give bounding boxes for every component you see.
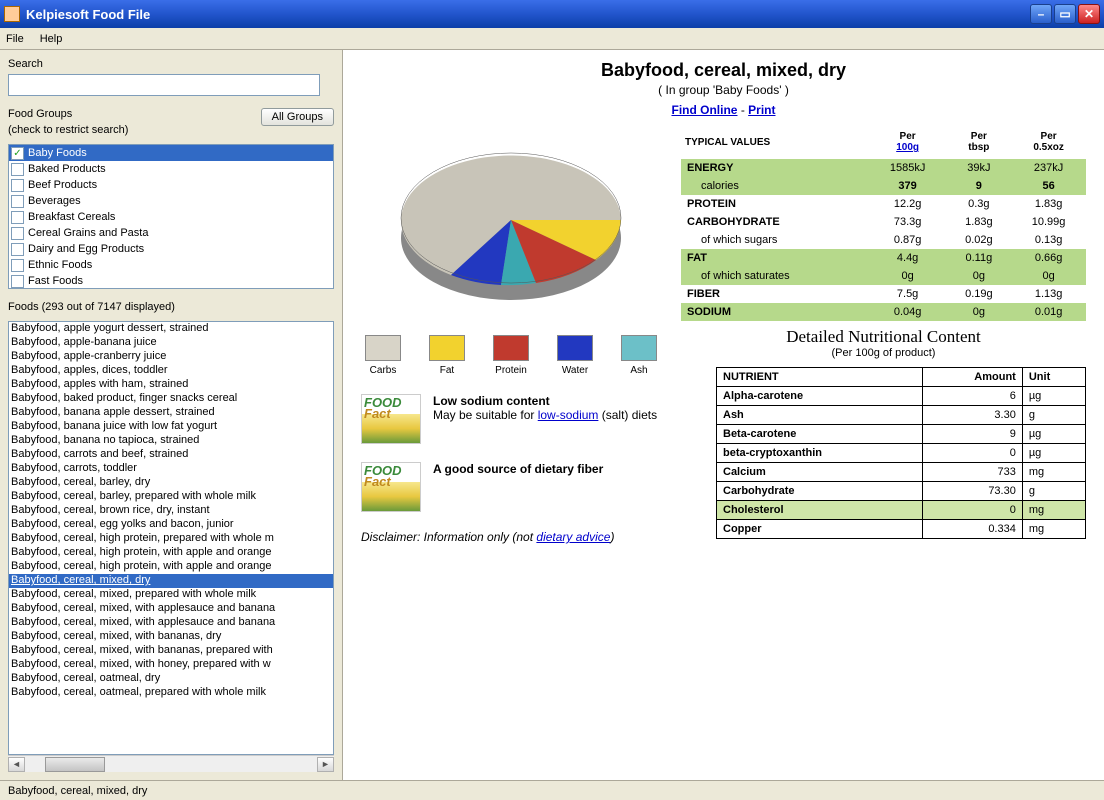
fact1-body: May be suitable for low-sodium (salt) di… [433, 408, 657, 422]
group-item[interactable]: Ethnic Foods [9, 257, 333, 273]
food-item[interactable]: Babyfood, cereal, barley, dry [9, 476, 333, 490]
nutrient-row: Carbohydrate73.30g [717, 482, 1086, 501]
foods-hscroll[interactable]: ◄ ► [8, 755, 334, 772]
close-button[interactable]: ✕ [1078, 4, 1100, 24]
food-item[interactable]: Babyfood, cereal, high protein, with app… [9, 546, 333, 560]
food-item[interactable]: Babyfood, cereal, oatmeal, dry [9, 672, 333, 686]
detailed-nutrient-table: NUTRIENTAmountUnit Alpha-carotene6µgAsh3… [716, 367, 1086, 539]
food-item[interactable]: Babyfood, cereal, high protein, with app… [9, 560, 333, 574]
food-item[interactable]: Babyfood, banana no tapioca, strained [9, 434, 333, 448]
food-item[interactable]: Babyfood, apple-banana juice [9, 336, 333, 350]
group-checkbox[interactable] [11, 243, 24, 256]
food-item[interactable]: Babyfood, baked product, finger snacks c… [9, 392, 333, 406]
group-checkbox[interactable] [11, 179, 24, 192]
food-item[interactable]: Babyfood, cereal, oatmeal, prepared with… [9, 686, 333, 700]
group-item[interactable]: Beverages [9, 193, 333, 209]
food-item[interactable]: Babyfood, banana juice with low fat yogu… [9, 420, 333, 434]
menu-file[interactable]: File [6, 33, 24, 45]
food-item[interactable]: Babyfood, apples, dices, toddler [9, 364, 333, 378]
menubar: File Help [0, 28, 1104, 50]
food-fact-icon: FOODFact [361, 462, 421, 512]
scroll-right-icon[interactable]: ► [317, 757, 334, 772]
dnc-sub: (Per 100g of product) [681, 347, 1086, 359]
maximize-button[interactable]: ▭ [1054, 4, 1076, 24]
nutrient-row: Ash3.30g [717, 406, 1086, 425]
group-item[interactable]: ✓Baby Foods [9, 145, 333, 161]
minimize-button[interactable]: – [1030, 4, 1052, 24]
food-item[interactable]: Babyfood, cereal, mixed, with applesauce… [9, 602, 333, 616]
group-checkbox[interactable] [11, 211, 24, 224]
group-checkbox[interactable] [11, 195, 24, 208]
food-item[interactable]: Babyfood, cereal, mixed, with bananas, d… [9, 630, 333, 644]
food-fact-icon: FOODFact [361, 394, 421, 444]
group-item[interactable]: Fast Foods [9, 273, 333, 289]
group-item[interactable]: Dairy and Egg Products [9, 241, 333, 257]
fact2-head: A good source of dietary fiber [433, 462, 603, 476]
food-group: ( In group 'Baby Foods' ) [361, 83, 1086, 97]
statusbar: Babyfood, cereal, mixed, dry [0, 780, 1104, 800]
status-text: Babyfood, cereal, mixed, dry [8, 785, 147, 797]
food-groups-list[interactable]: ✓Baby FoodsBaked ProductsBeef ProductsBe… [8, 144, 334, 289]
group-checkbox[interactable]: ✓ [11, 147, 24, 160]
titlebar: Kelpiesoft Food File – ▭ ✕ [0, 0, 1104, 28]
disclaimer: Disclaimer: Information only (not dietar… [361, 530, 661, 544]
food-item[interactable]: Babyfood, cereal, mixed, with bananas, p… [9, 644, 333, 658]
food-item[interactable]: Babyfood, apple-cranberry juice [9, 350, 333, 364]
find-online-link[interactable]: Find Online [671, 103, 737, 117]
scroll-left-icon[interactable]: ◄ [8, 757, 25, 772]
food-item[interactable]: Babyfood, cereal, mixed, dry [9, 574, 333, 588]
food-item[interactable]: Babyfood, cereal, barley, prepared with … [9, 490, 333, 504]
all-groups-button[interactable]: All Groups [261, 108, 334, 126]
nutrient-row: Copper0.334mg [717, 520, 1086, 539]
dietary-advice-link[interactable]: dietary advice [536, 530, 610, 544]
scroll-thumb[interactable] [45, 757, 105, 772]
print-link[interactable]: Print [748, 103, 775, 117]
nutrient-row: beta-cryptoxanthin0µg [717, 444, 1086, 463]
left-panel: Search Food Groups (check to restrict se… [0, 50, 342, 780]
food-item[interactable]: Babyfood, cereal, egg yolks and bacon, j… [9, 518, 333, 532]
groups-hint: (check to restrict search) [8, 124, 128, 136]
group-checkbox[interactable] [11, 275, 24, 288]
group-item[interactable]: Baked Products [9, 161, 333, 177]
window-title: Kelpiesoft Food File [26, 7, 150, 22]
dnc-heading: Detailed Nutritional Content [681, 327, 1086, 347]
foods-count-label: Foods (293 out of 7147 displayed) [8, 301, 334, 313]
nutrient-row: Alpha-carotene6µg [717, 387, 1086, 406]
groups-label: Food Groups [8, 108, 128, 120]
fact1-head: Low sodium content [433, 394, 657, 408]
nutrient-row: Beta-carotene9µg [717, 425, 1086, 444]
food-item[interactable]: Babyfood, cereal, mixed, with honey, pre… [9, 658, 333, 672]
food-item[interactable]: Babyfood, apple yogurt dessert, strained [9, 322, 333, 336]
food-item[interactable]: Babyfood, banana apple dessert, strained [9, 406, 333, 420]
app-icon [4, 6, 20, 22]
nutrient-row: Calcium733mg [717, 463, 1086, 482]
group-checkbox[interactable] [11, 227, 24, 240]
group-item[interactable]: Cereal Grains and Pasta [9, 225, 333, 241]
chart-legend: Carbs Fat Protein Water Ash [361, 335, 661, 376]
food-item[interactable]: Babyfood, cereal, mixed, with applesauce… [9, 616, 333, 630]
foods-list[interactable]: Babyfood, apple yogurt dessert, strained… [8, 321, 334, 755]
food-item[interactable]: Babyfood, carrots and beef, strained [9, 448, 333, 462]
food-title: Babyfood, cereal, mixed, dry [361, 60, 1086, 81]
per-100g-link[interactable]: 100g [896, 142, 919, 153]
search-label: Search [8, 58, 334, 70]
food-item[interactable]: Babyfood, cereal, high protein, prepared… [9, 532, 333, 546]
typical-values-table: TYPICAL VALUES Per100g Pertbsp Per0.5xoz… [681, 125, 1086, 321]
composition-pie-chart [376, 125, 646, 325]
group-item[interactable]: Beef Products [9, 177, 333, 193]
detail-panel: Babyfood, cereal, mixed, dry ( In group … [342, 50, 1104, 780]
nutrient-row: Cholesterol0mg [717, 501, 1086, 520]
food-item[interactable]: Babyfood, carrots, toddler [9, 462, 333, 476]
search-input[interactable] [8, 74, 320, 96]
group-checkbox[interactable] [11, 259, 24, 272]
group-checkbox[interactable] [11, 163, 24, 176]
food-item[interactable]: Babyfood, apples with ham, strained [9, 378, 333, 392]
food-item[interactable]: Babyfood, cereal, brown rice, dry, insta… [9, 504, 333, 518]
menu-help[interactable]: Help [40, 33, 63, 45]
low-sodium-link[interactable]: low-sodium [538, 408, 599, 422]
group-item[interactable]: Breakfast Cereals [9, 209, 333, 225]
food-item[interactable]: Babyfood, cereal, mixed, prepared with w… [9, 588, 333, 602]
